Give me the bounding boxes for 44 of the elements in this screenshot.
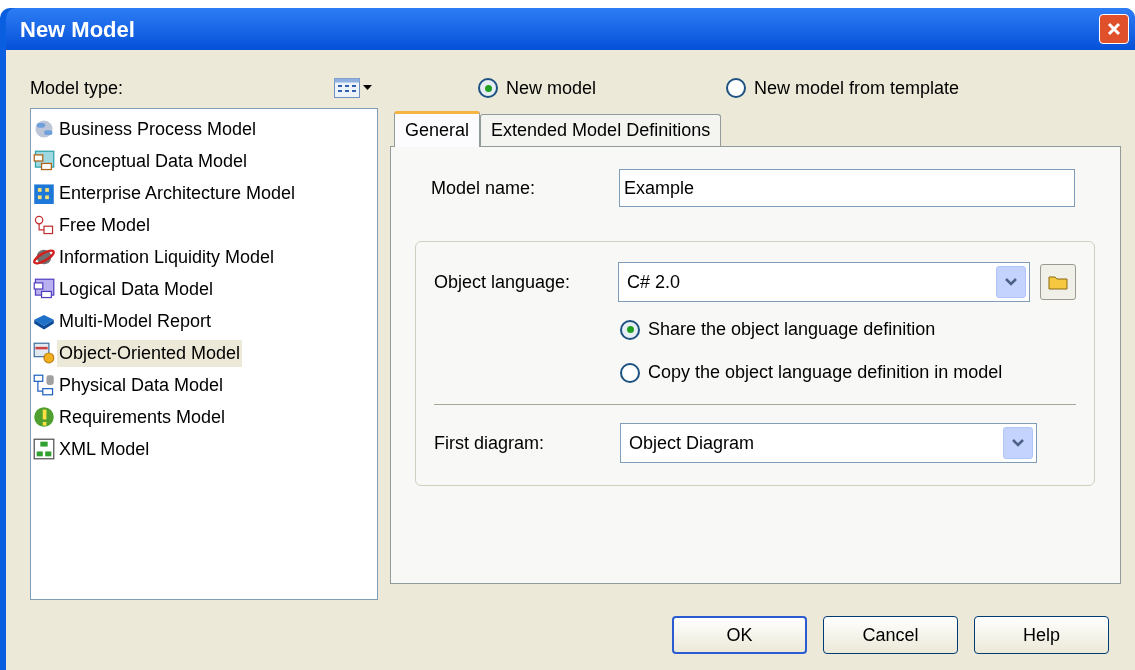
table-diagram-icon xyxy=(33,278,55,300)
model-type-item[interactable]: Business Process Model xyxy=(33,113,377,145)
planet-icon xyxy=(33,246,55,268)
folder-icon xyxy=(1048,274,1069,290)
window-title: New Model xyxy=(20,15,135,44)
model-type-item[interactable]: Free Model xyxy=(33,209,377,241)
building-icon xyxy=(33,182,55,204)
model-type-label: Model type: xyxy=(30,76,124,100)
browse-folder-button[interactable] xyxy=(1040,264,1076,300)
mode-radio[interactable]: New model from template xyxy=(726,74,960,102)
globe-icon xyxy=(33,118,55,140)
model-type-item[interactable]: Information Liquidity Model xyxy=(33,241,377,273)
caret-icon xyxy=(363,85,372,91)
database-icon xyxy=(33,374,55,396)
first-diagram-dropdown[interactable]: Object Diagram xyxy=(620,423,1037,463)
tab[interactable]: General xyxy=(394,111,481,147)
list-view-icon xyxy=(334,78,360,98)
exclamation-icon xyxy=(33,406,55,428)
object-language-dropdown[interactable]: C# 2.0 xyxy=(617,262,1031,302)
shapes-icon xyxy=(33,214,55,236)
model-type-item[interactable]: Conceptual Data Model xyxy=(33,145,377,177)
xml-diagram-icon xyxy=(33,438,55,460)
first-diagram-label: First diagram: xyxy=(434,431,546,455)
definition-radio[interactable]: Copy the object language definition in model xyxy=(620,359,1076,386)
model-type-item[interactable]: Logical Data Model xyxy=(33,273,377,305)
object-language-label: Object language: xyxy=(434,270,572,294)
dialog-button[interactable]: OK xyxy=(672,616,807,654)
model-type-item[interactable]: XML Model xyxy=(33,433,377,465)
model-type-item[interactable]: Enterprise Architecture Model xyxy=(33,177,377,209)
dialog-button[interactable]: Help xyxy=(974,616,1109,654)
close-button[interactable] xyxy=(1099,14,1129,44)
model-type-item[interactable]: Multi-Model Report xyxy=(33,305,377,337)
model-name-field[interactable]: Example xyxy=(619,169,1075,207)
model-type-item[interactable]: Requirements Model xyxy=(33,401,377,433)
definition-radio[interactable]: Share the object language definition xyxy=(620,316,1076,343)
model-name-label: Model name: xyxy=(430,176,537,200)
close-icon xyxy=(1106,21,1122,37)
model-type-item[interactable]: Physical Data Model xyxy=(33,369,377,401)
dialog-button[interactable]: Cancel xyxy=(823,616,958,654)
model-type-item[interactable]: Object-Oriented Model xyxy=(33,337,377,369)
table-diagram-icon xyxy=(33,150,55,172)
tab[interactable]: Extended Model Definitions xyxy=(480,114,722,146)
view-toggle-button[interactable] xyxy=(334,78,372,98)
mode-radio[interactable]: New model xyxy=(478,74,597,102)
